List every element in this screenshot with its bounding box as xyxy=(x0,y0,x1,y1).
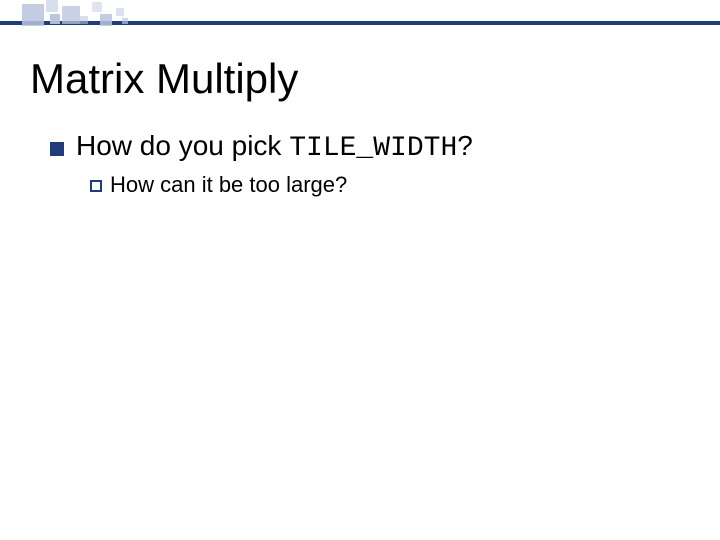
decor-square xyxy=(116,8,124,16)
bullet-square-icon xyxy=(50,142,64,156)
bullet-open-square-icon xyxy=(90,180,102,192)
decor-square xyxy=(62,6,80,24)
decor-square xyxy=(46,0,58,12)
bullet-level1: How do you pick TILE_WIDTH? xyxy=(50,130,473,164)
slide-title: Matrix Multiply xyxy=(30,55,298,103)
bullet2-text: How can it be too large? xyxy=(110,172,347,198)
decor-square xyxy=(80,16,88,24)
decor-square xyxy=(50,14,60,24)
header-decoration xyxy=(0,0,720,30)
decor-square xyxy=(22,4,44,26)
decor-square xyxy=(122,18,128,24)
bullet1-text: How do you pick TILE_WIDTH? xyxy=(76,130,473,164)
bullet-level2: How can it be too large? xyxy=(90,172,347,198)
bullet1-prefix: How do you pick xyxy=(76,130,289,161)
decor-square xyxy=(100,14,112,26)
decor-square xyxy=(92,2,102,12)
bullet1-suffix: ? xyxy=(457,130,473,161)
bullet1-code: TILE_WIDTH xyxy=(289,133,457,164)
